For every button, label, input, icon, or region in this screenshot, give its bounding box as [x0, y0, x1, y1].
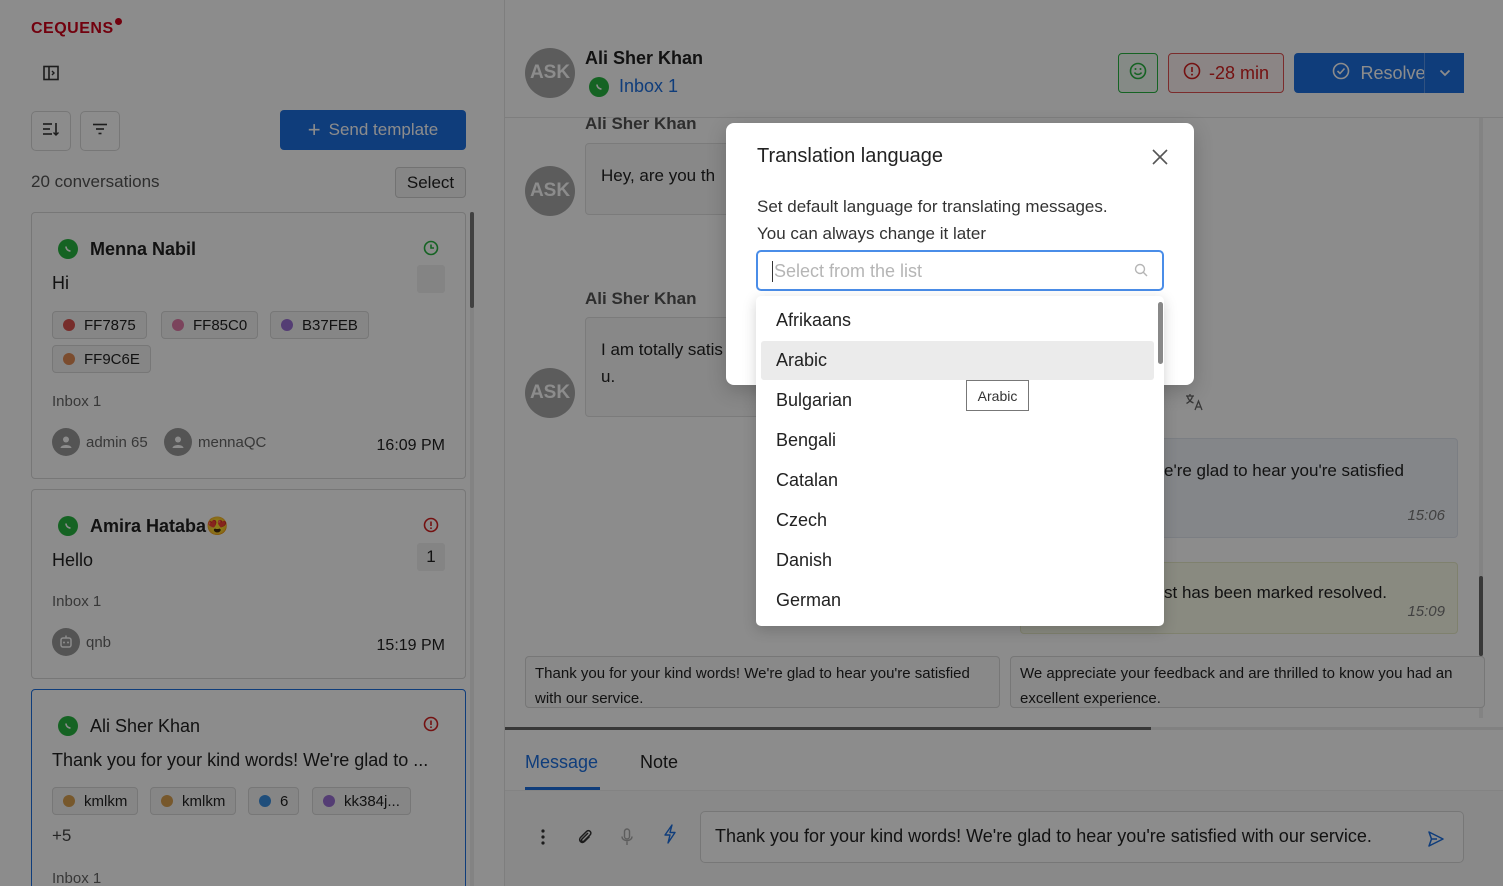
language-option[interactable]: Afrikaans — [761, 301, 1154, 340]
language-option[interactable]: Catalan — [761, 461, 1154, 500]
option-tooltip: Arabic — [966, 380, 1029, 411]
language-option[interactable]: Bulgarian — [761, 381, 1154, 420]
close-icon[interactable] — [1150, 147, 1170, 167]
language-option[interactable]: Czech — [761, 501, 1154, 540]
dialog-description: Set default language for translating mes… — [757, 197, 1108, 243]
language-option[interactable]: German — [761, 581, 1154, 620]
language-dropdown: Afrikaans Arabic Bulgarian Bengali Catal… — [756, 296, 1164, 626]
language-option[interactable]: Arabic — [761, 341, 1154, 380]
language-option[interactable]: Bengali — [761, 421, 1154, 460]
search-icon — [1134, 263, 1148, 282]
dropdown-scrollbar[interactable] — [1158, 302, 1163, 364]
dialog-title: Translation language — [757, 145, 944, 167]
language-search-input[interactable]: Select from the list — [756, 250, 1164, 291]
language-option[interactable]: Danish — [761, 541, 1154, 580]
